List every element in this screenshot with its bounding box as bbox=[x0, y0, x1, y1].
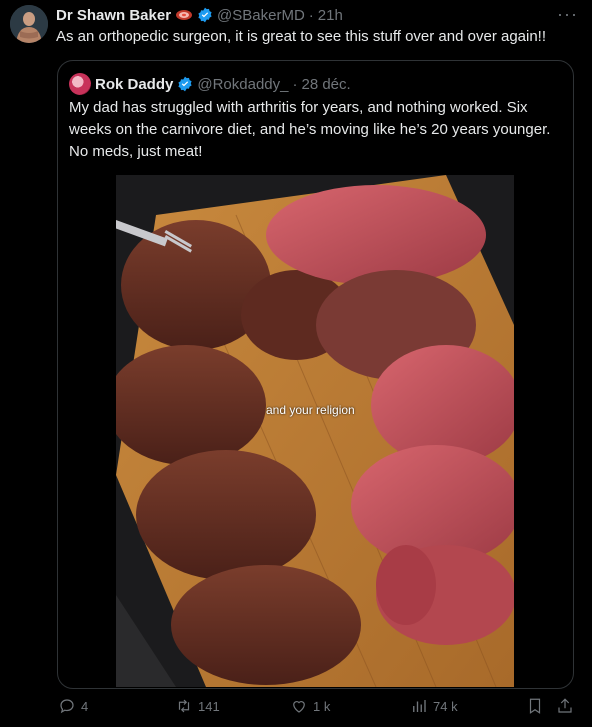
separator-dot: · bbox=[308, 6, 314, 24]
repost-icon bbox=[178, 699, 190, 713]
reply-icon bbox=[60, 699, 74, 714]
author-name[interactable]: Dr Shawn Baker bbox=[56, 7, 171, 24]
more-options-button[interactable]: ··· bbox=[557, 4, 578, 25]
action-bar: 4 141 1 k 74 k bbox=[0, 697, 592, 721]
author-handle[interactable]: @SBakerMD bbox=[217, 7, 305, 24]
views-count: 74 k bbox=[433, 698, 458, 714]
verified-badge-icon bbox=[178, 76, 192, 92]
media-caption: and your religion bbox=[266, 403, 355, 417]
quoted-media-image[interactable]: and your religion bbox=[116, 175, 514, 687]
meat-board-photo bbox=[116, 175, 514, 687]
like-button[interactable]: 1 k bbox=[290, 697, 330, 715]
steak-emoji-icon bbox=[176, 10, 193, 20]
share-icon bbox=[558, 698, 572, 713]
quoted-author-name: Rok Daddy bbox=[95, 75, 174, 93]
repost-count: 141 bbox=[198, 698, 220, 714]
quoted-tweet-header: Rok Daddy @Rokdaddy_ · 28 déc. bbox=[69, 73, 351, 95]
separator-dot: · bbox=[292, 75, 298, 93]
heart-icon bbox=[293, 701, 305, 713]
avatar-portrait bbox=[10, 5, 48, 43]
tweet-header: Dr Shawn Baker @SBakerMD · 21h bbox=[56, 5, 343, 25]
quoted-tweet-text: My dad has struggled with arthritis for … bbox=[69, 99, 551, 160]
quoted-tweet[interactable]: Rok Daddy @Rokdaddy_ · 28 déc. My dad ha… bbox=[57, 60, 574, 689]
tweet-text: As an orthopedic surgeon, it is great to… bbox=[56, 28, 547, 45]
views-chart-icon bbox=[413, 700, 426, 712]
timestamp[interactable]: 21h bbox=[318, 7, 343, 24]
share-button[interactable] bbox=[556, 697, 574, 715]
reply-button[interactable]: 4 bbox=[58, 697, 88, 715]
quoted-date: 28 déc. bbox=[301, 75, 351, 93]
reply-count: 4 bbox=[81, 698, 89, 714]
verified-badge-icon bbox=[198, 7, 212, 23]
bookmark-icon bbox=[529, 698, 541, 714]
views-button[interactable]: 74 k bbox=[410, 697, 458, 715]
bookmark-button[interactable] bbox=[526, 697, 544, 715]
like-count: 1 k bbox=[313, 698, 331, 714]
repost-button[interactable]: 141 bbox=[175, 697, 220, 715]
quoted-author-handle: @Rokdaddy_ bbox=[197, 75, 289, 93]
quoted-author-avatar bbox=[69, 73, 91, 95]
author-avatar[interactable] bbox=[10, 5, 48, 43]
